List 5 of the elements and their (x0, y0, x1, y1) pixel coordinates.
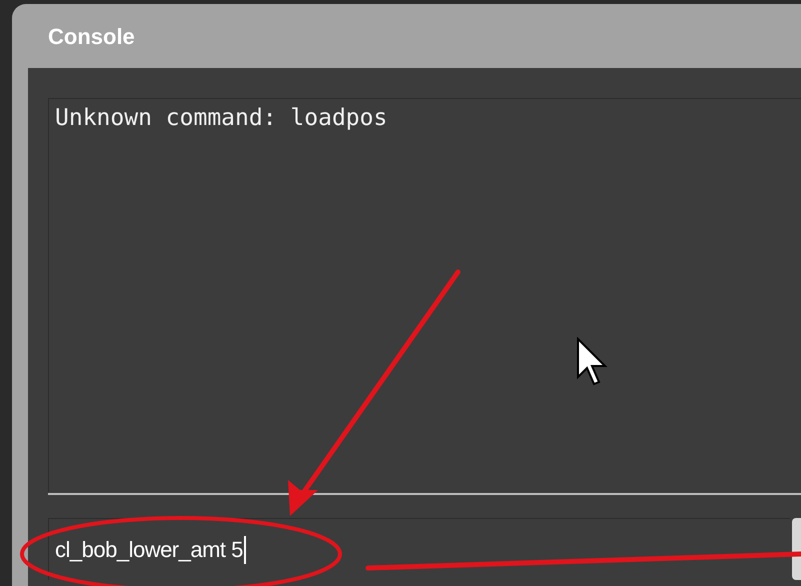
submit-button[interactable] (792, 518, 801, 580)
window-title: Console (48, 22, 135, 50)
command-input[interactable]: cl_bob_lower_amt 5 (48, 518, 790, 580)
mouse-pointer-icon (576, 337, 608, 387)
log-line: Unknown command: loadpos (55, 104, 388, 133)
